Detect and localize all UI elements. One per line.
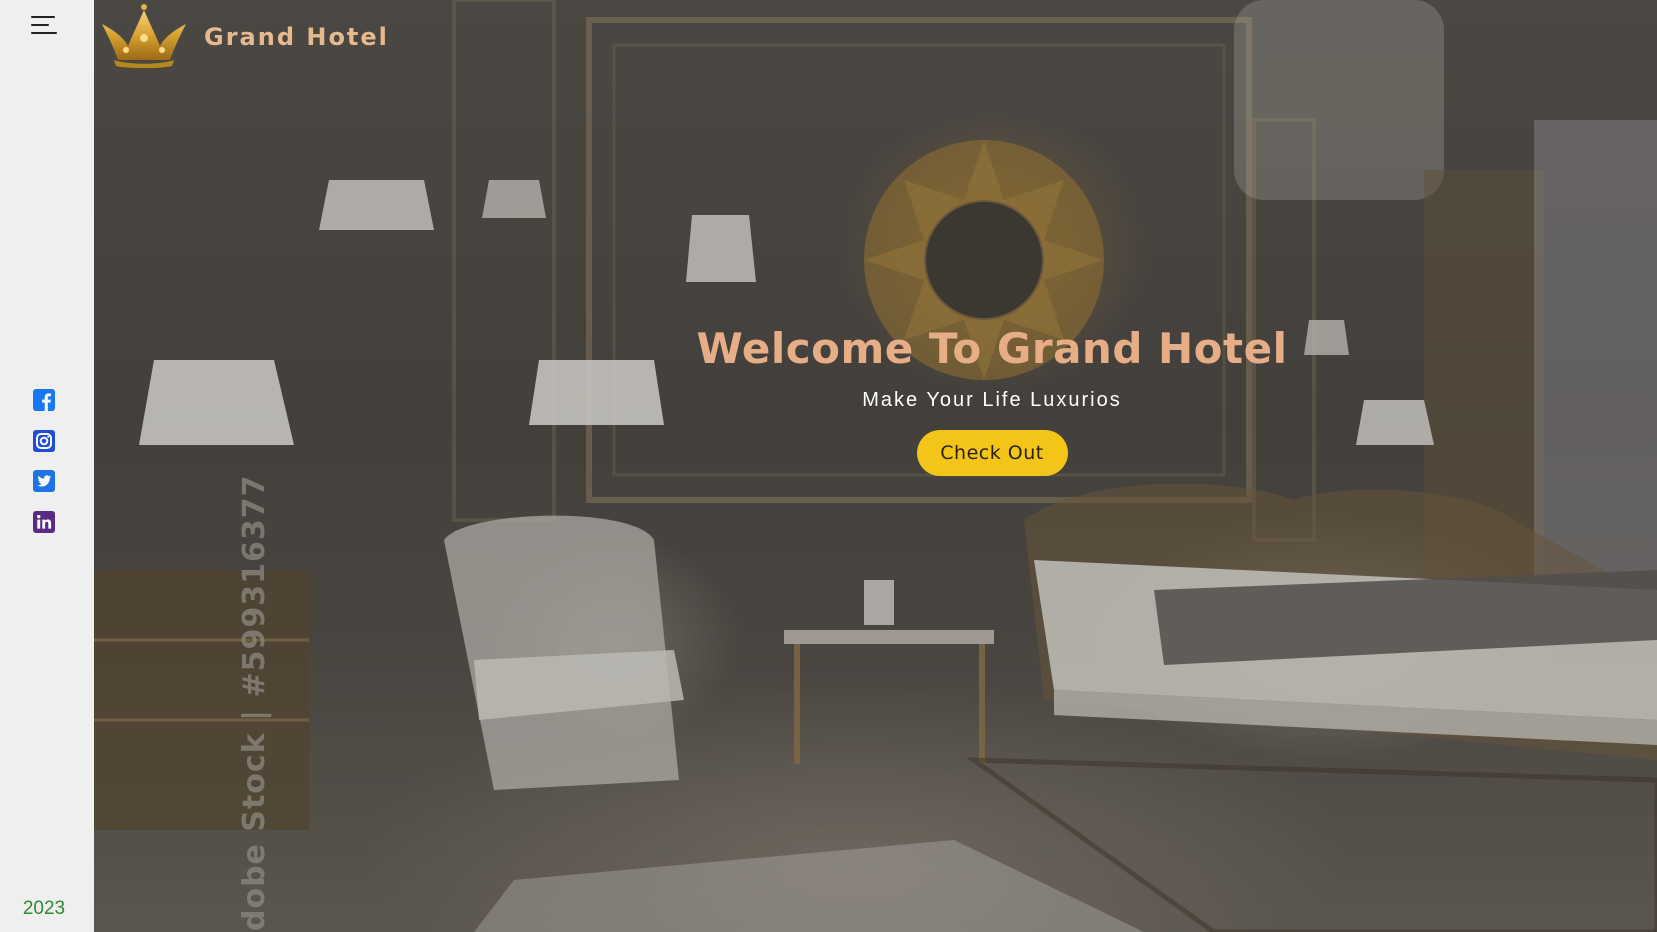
check-out-button[interactable]: Check Out bbox=[916, 430, 1068, 476]
hero-headline: Welcome To Grand Hotel bbox=[696, 324, 1288, 373]
watermark-text: dobe Stock | #599316377 bbox=[237, 474, 272, 932]
twitter-icon[interactable] bbox=[33, 470, 55, 492]
hero-content: Welcome To Grand Hotel Make Your Life Lu… bbox=[692, 318, 1292, 476]
crown-icon bbox=[102, 4, 186, 68]
page: 2023 dobe Stock | #599316377 Grand Hotel… bbox=[0, 0, 1657, 932]
hamburger-menu-icon[interactable] bbox=[31, 14, 59, 38]
instagram-icon[interactable] bbox=[33, 430, 55, 452]
copyright-year: 2023 bbox=[22, 898, 66, 919]
sidebar: 2023 bbox=[0, 0, 94, 932]
facebook-icon[interactable] bbox=[33, 389, 55, 411]
brand-name: Grand Hotel bbox=[204, 23, 389, 51]
brand[interactable]: Grand Hotel bbox=[98, 0, 389, 70]
hero-subline: Make Your Life Luxurios bbox=[862, 389, 1122, 411]
linkedin-icon[interactable] bbox=[33, 511, 55, 533]
